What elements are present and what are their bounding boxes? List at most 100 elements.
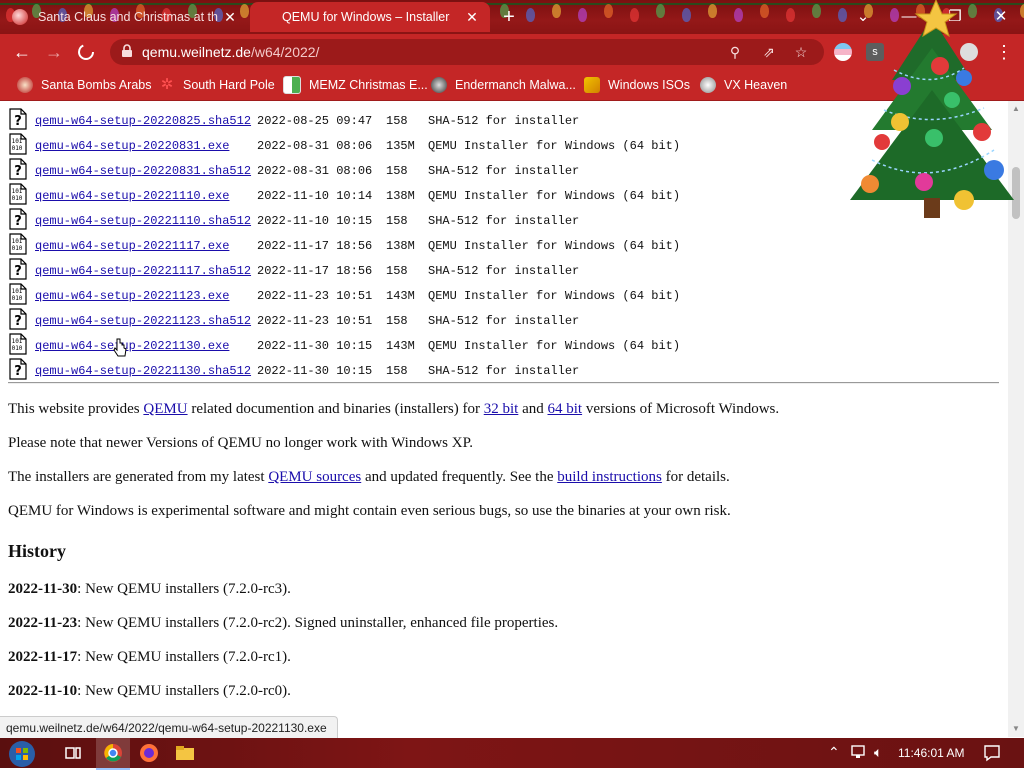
svg-text:010: 010 [12,195,23,202]
bookmark-endermanch[interactable]: Endermanch Malwa... [431,76,576,94]
christmas-light [708,4,717,18]
bookmark-label: South Hard Pole [183,78,275,92]
file-date: 2022-11-30 10:15 [257,339,373,353]
url-text[interactable]: qemu.weilnetz.de/w64/2022/ [142,44,319,60]
history-entry: 2022-11-17: New QEMU installers (7.2.0-r… [8,649,291,665]
memz-icon [283,76,301,94]
file-date: 2022-08-31 08:06 [257,139,373,153]
64-bit-link[interactable]: 64 bit [548,401,583,417]
share-icon[interactable]: ⇗ [760,43,778,61]
taskbar-chrome-active[interactable] [96,738,130,770]
file-link[interactable]: qemu-w64-setup-20221117.sha512 [35,264,251,278]
32-bit-link[interactable]: 32 bit [484,401,519,417]
windows-taskbar: ⌃ 🔈︎ 11:46:01 AM [0,738,1024,770]
lock-icon[interactable] [120,44,134,58]
file-link[interactable]: qemu-w64-setup-20220831.sha512 [35,164,251,178]
unknown-file-icon[interactable]: ? [8,108,28,130]
file-link[interactable]: qemu-w64-setup-20221117.exe [35,239,229,253]
qemu-sources-link[interactable]: QEMU sources [268,469,361,485]
file-size: 138M [386,239,415,253]
notification-center-icon[interactable] [982,743,1002,763]
firefox-icon[interactable] [138,742,160,764]
qemu-link[interactable]: QEMU [143,401,187,417]
unknown-file-icon[interactable]: ? [8,308,28,330]
svg-text:010: 010 [12,345,23,352]
unknown-file-icon[interactable]: ? [8,258,28,280]
bookmark-label: Santa Bombs Arabs [41,78,152,92]
vx-heaven-icon [700,77,716,93]
file-link[interactable]: qemu-w64-setup-20221123.sha512 [35,314,251,328]
file-link[interactable]: qemu-w64-setup-20221123.exe [35,289,229,303]
file-date: 2022-11-17 18:56 [257,264,373,278]
file-link[interactable]: qemu-w64-setup-20221130.sha512 [35,364,251,378]
new-tab-button[interactable]: + [498,7,520,29]
file-description: SHA-512 for installer [428,214,580,228]
file-row: ? qemu-w64-setup-20221117.sha512 2022-11-1… [0,258,1008,283]
task-view-icon[interactable] [62,742,84,764]
bookmark-star-icon[interactable]: ☆ [792,43,810,61]
christmas-light [552,4,561,18]
christmas-light [656,4,665,18]
file-date: 2022-08-31 08:06 [257,164,373,178]
svg-text:?: ? [14,364,22,379]
svg-text:?: ? [14,214,22,229]
binary-file-icon[interactable]: 101 010 [8,283,28,305]
show-hidden-icons-chevron-icon[interactable]: ⌃ [828,744,840,761]
file-link[interactable]: qemu-w64-setup-20221110.exe [35,189,229,203]
file-size: 158 [386,264,408,278]
svg-text:101: 101 [12,288,23,295]
taskbar-clock[interactable]: 11:46:01 AM [898,746,965,760]
endermanch-icon [431,77,447,93]
unknown-file-icon[interactable]: ? [8,158,28,180]
svg-text:101: 101 [12,338,23,345]
file-date: 2022-11-23 10:51 [257,289,373,303]
bookmark-label: Endermanch Malwa... [455,78,576,92]
file-description: QEMU Installer for Windows (64 bit) [428,139,681,153]
file-link[interactable]: qemu-w64-setup-20221130.exe [35,339,229,353]
bookmark-vx-heaven[interactable]: VX Heaven [700,76,787,94]
build-instructions-link[interactable]: build instructions [557,469,662,485]
unknown-file-icon[interactable]: ? [8,358,28,380]
file-explorer-icon[interactable] [174,742,196,764]
unknown-file-icon[interactable]: ? [8,208,28,230]
file-link[interactable]: qemu-w64-setup-20221110.sha512 [35,214,251,228]
tab-qemu-installers[interactable]: QEMU for Windows – Installers ( ✕ [250,2,490,32]
volume-icon[interactable]: 🔈︎ [874,744,882,761]
bookmark-label: VX Heaven [724,78,788,92]
tab-santa-claus[interactable]: Santa Claus and Christmas at the ✕ [0,2,248,32]
file-link[interactable]: qemu-w64-setup-20220831.exe [35,139,229,153]
christmas-light [734,8,743,22]
svg-text:101: 101 [12,238,23,245]
bookmark-memz-christmas[interactable]: MEMZ Christmas E... [283,76,428,94]
stop-loading-icon[interactable] [74,40,98,64]
binary-file-icon[interactable]: 101 010 [8,133,28,155]
file-row: 101 010 qemu-w64-setup-20221130.exe 2022-11… [0,333,1008,358]
file-description: SHA-512 for installer [428,114,580,128]
santa-bookmark-icon [17,77,33,93]
christmas-light [526,8,535,22]
network-icon[interactable] [850,743,868,761]
file-date: 2022-08-25 09:47 [257,114,373,128]
close-tab-icon[interactable]: ✕ [222,9,238,25]
bookmark-windows-isos[interactable]: Windows ISOs [584,76,690,94]
address-bar[interactable]: qemu.weilnetz.de/w64/2022/ ⚲ ⇗ ☆ [110,39,824,65]
binary-file-icon[interactable]: 101 010 [8,233,28,255]
bookmark-south-hard-pole[interactable]: ✲ South Hard Pole [159,76,275,94]
binary-file-icon[interactable]: 101 010 [8,183,28,205]
url-domain: qemu.weilnetz.de [142,44,251,60]
scroll-down-arrow-icon[interactable]: ▼ [1012,725,1020,733]
search-icon[interactable]: ⚲ [726,43,744,61]
forward-arrow-icon[interactable]: → [42,40,66,64]
close-tab-icon[interactable]: ✕ [464,9,480,25]
history-heading: History [8,541,66,561]
file-link[interactable]: qemu-w64-setup-20220825.sha512 [35,114,251,128]
bookmark-santa-bombs[interactable]: Santa Bombs Arabs [17,76,151,94]
start-button-icon[interactable] [8,740,36,768]
file-row: ? qemu-w64-setup-20221130.sha512 2022-11-3… [0,358,1008,383]
christmas-tree-decoration [850,0,1014,218]
link-status-bubble: qemu.weilnetz.de/w64/2022/qemu-w64-setup… [0,716,338,739]
christmas-light [578,8,587,22]
back-arrow-icon[interactable]: ← [10,40,34,64]
windows-iso-icon [584,77,600,93]
binary-file-icon[interactable]: 101 010 [8,333,28,355]
